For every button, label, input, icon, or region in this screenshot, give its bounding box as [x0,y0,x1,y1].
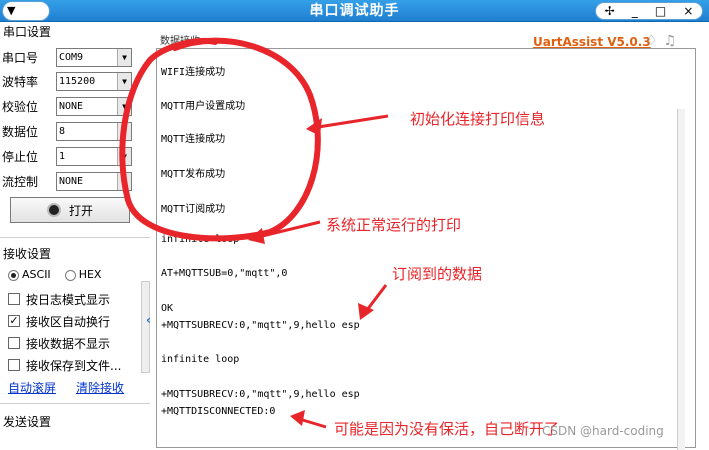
arrow-disc-head [290,410,305,426]
annotation-subscribed: 订阅到的数据 [392,265,483,283]
annotation-ellipse [119,37,321,242]
watermark: CSDN @hard-coding [542,424,664,438]
arrow-init [311,114,389,130]
annotation-disconnect: 可能是因为没有保活，自己断开了 [334,420,560,438]
annotation-init-info: 初始化连接打印信息 [410,110,546,128]
annotation-normal-run: 系统正常运行的打印 [326,216,462,234]
